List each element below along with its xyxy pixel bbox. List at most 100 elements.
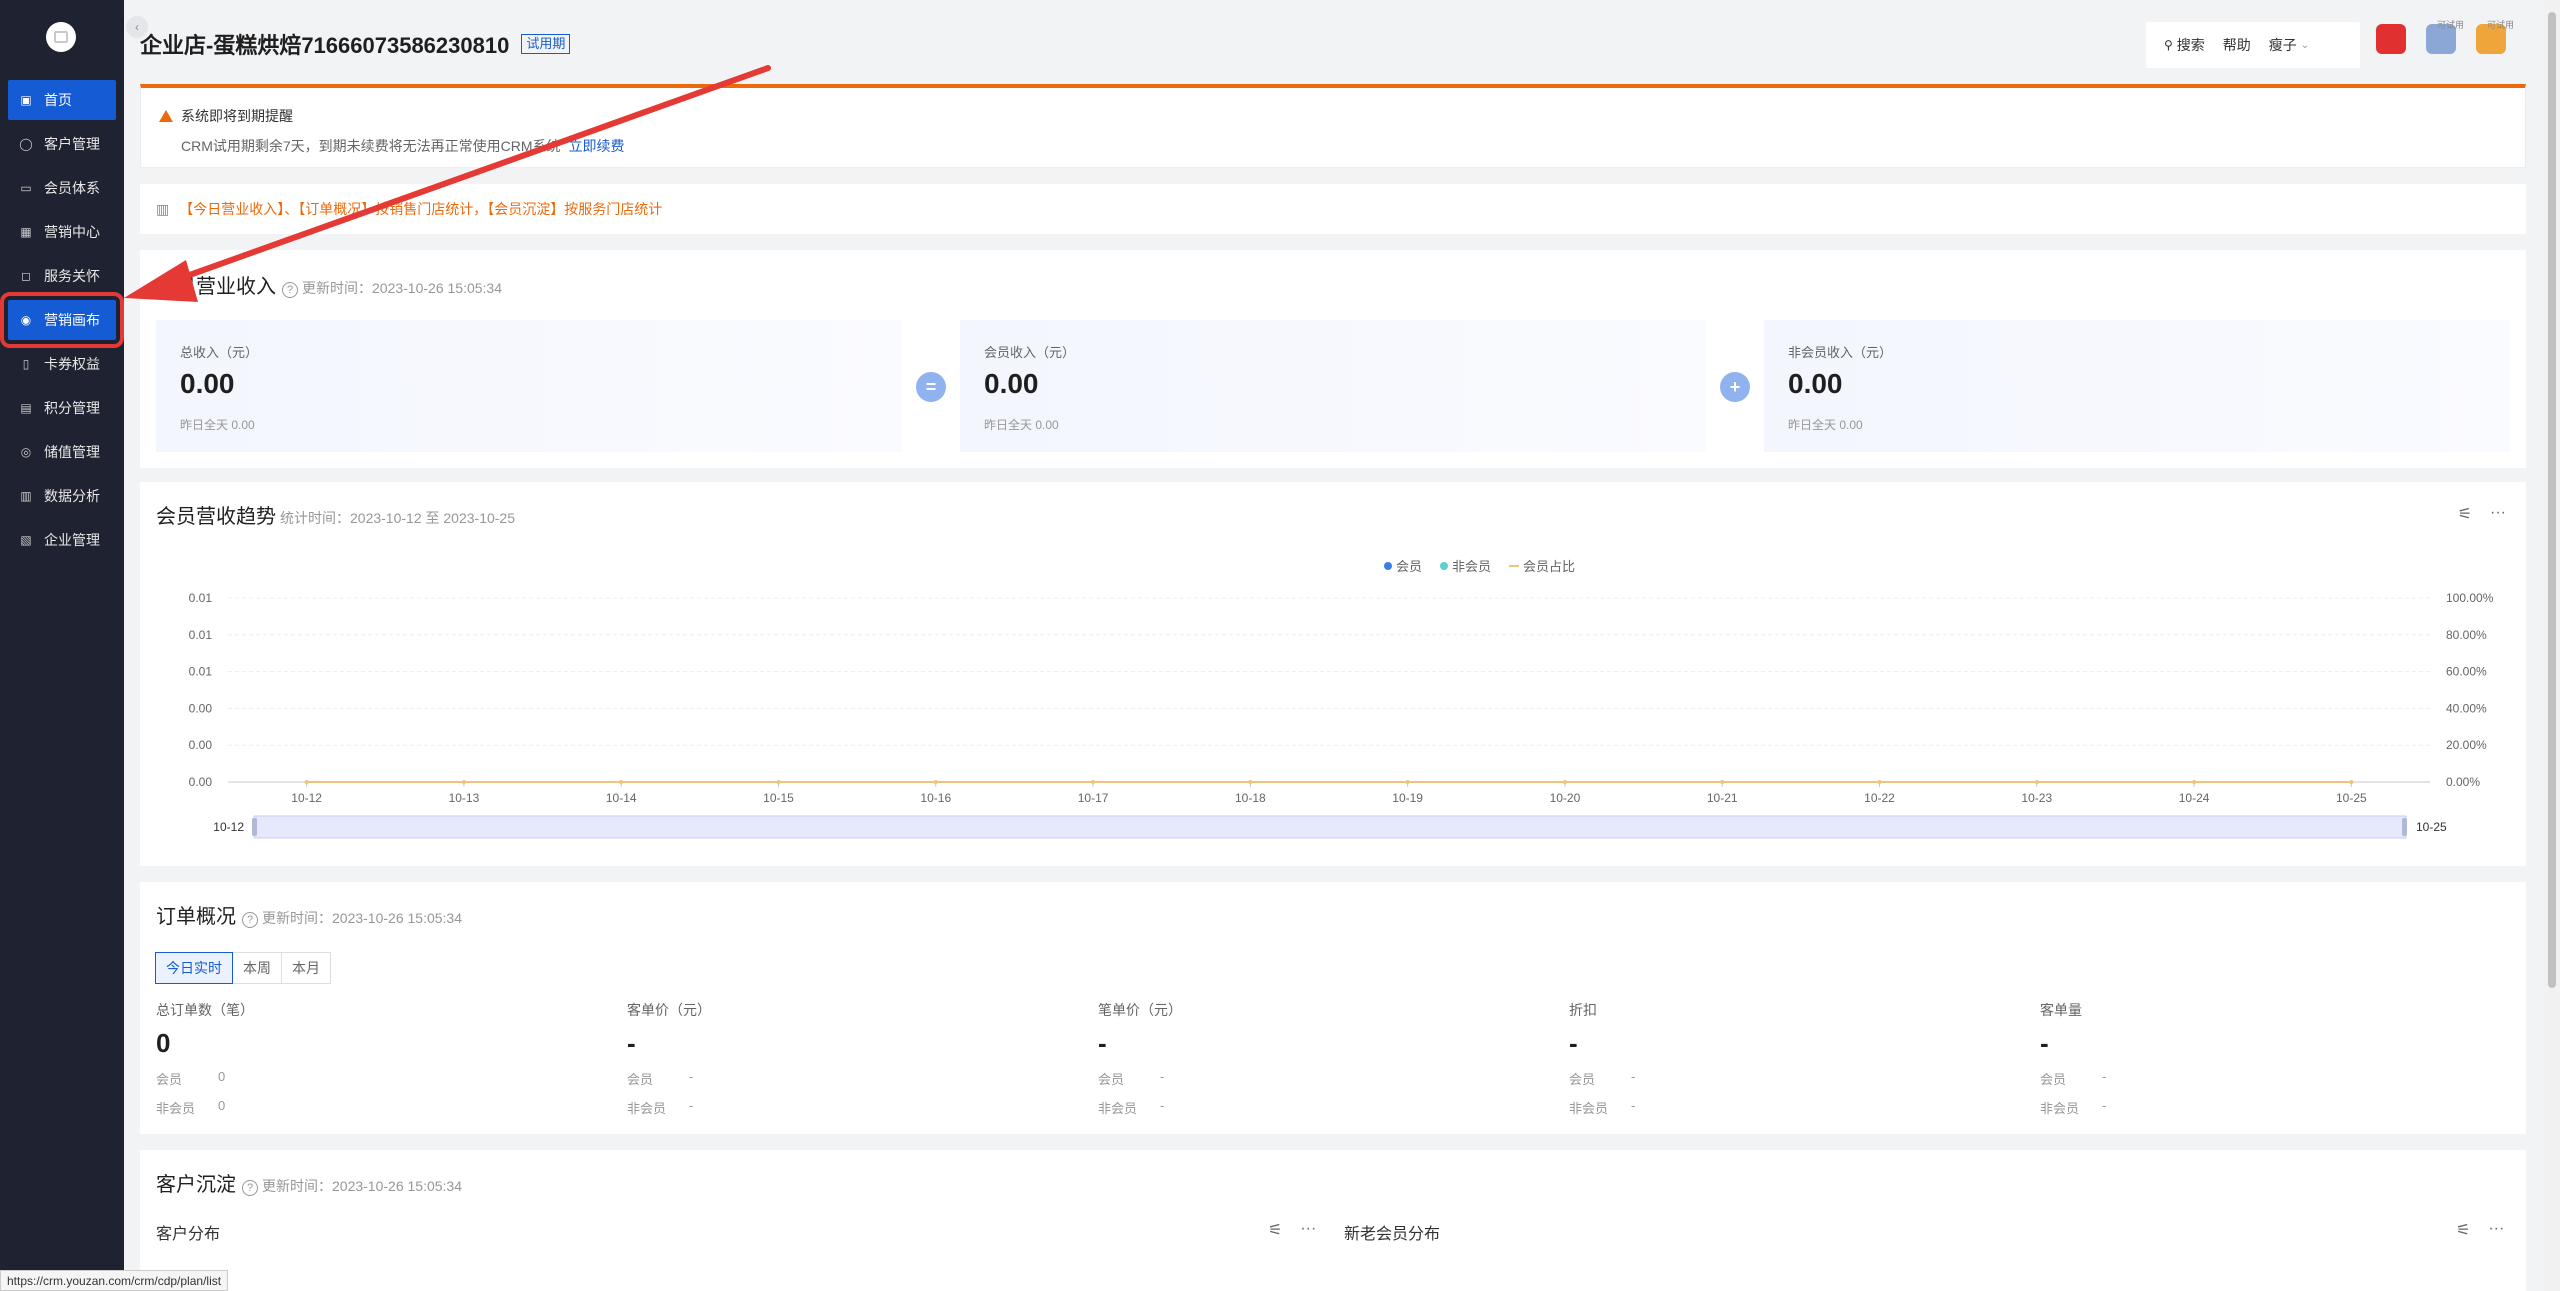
nonmember-row: 非会员 - — [1098, 1098, 1398, 1117]
notice-text: 【今日营业收入】、【订单概况】按销售门店统计，【会员沉淀】按服务门店统计 — [179, 201, 663, 217]
sidebar-item-message[interactable]: ◻ 服务关怀 — [8, 256, 116, 296]
nonmember-row: 非会员 0 — [156, 1098, 456, 1117]
nonmember-row: 非会员 - — [1569, 1098, 1869, 1117]
sidebar-item-canvas[interactable]: ◉ 营销画布 — [0, 292, 124, 348]
x-tick-label: 10-15 — [763, 791, 794, 805]
canvas-icon: ◉ — [20, 313, 32, 327]
scrollbar-thumb[interactable] — [2548, 12, 2556, 988]
user-menu[interactable]: 瘦子 ⌄ — [2269, 35, 2309, 55]
card-label: 总收入（元） — [180, 345, 259, 360]
sidebar-item-points[interactable]: ▤ 积分管理 — [8, 388, 116, 428]
wallet-icon: ◎ — [20, 445, 32, 459]
sidebar-item-gift[interactable]: ▦ 营销中心 — [8, 212, 116, 252]
tab-week[interactable]: 本周 — [232, 952, 282, 984]
app-icon-blue[interactable]: 可试用 — [2426, 20, 2464, 54]
sidebar-item-label: 营销中心 — [44, 224, 100, 240]
member-row: 会员 0 — [156, 1069, 456, 1088]
x-tick-label: 10-22 — [1864, 791, 1895, 805]
y-tick-right: 80.00% — [2446, 628, 2487, 642]
metric-label: 客单价（元） — [627, 1002, 711, 1018]
x-tick-label: 10-24 — [2179, 791, 2210, 805]
member-distribution-title: 新老会员分布 — [1344, 1226, 1441, 1243]
row-value: - — [1631, 1069, 1636, 1084]
x-tick-label: 10-21 — [1707, 791, 1738, 805]
customers-updated: 更新时间：2023-10-26 15:05:34 — [262, 1178, 462, 1194]
warning-text: CRM试用期剩余7天，到期未续费将无法再正常使用CRM系统 — [181, 138, 561, 154]
points-icon: ▤ — [20, 401, 32, 415]
data-point — [461, 780, 466, 784]
sidebar-item-label: 服务关怀 — [44, 268, 100, 284]
page-header: 企业店-蛋糕烘焙71666073586230810 试用期 — [140, 18, 571, 70]
sidebar-item-wallet[interactable]: ◎ 储值管理 — [8, 432, 116, 472]
card-value: 0.00 — [984, 368, 1039, 399]
help-button[interactable]: 帮助 — [2223, 35, 2251, 55]
search-icon: ⚲ — [2164, 38, 2173, 52]
card-sub: 昨日全天 0.00 — [180, 418, 255, 432]
sidebar-item-building[interactable]: ▧ 企业管理 — [8, 520, 116, 560]
search-button[interactable]: ⚲ 搜索 — [2164, 35, 2205, 55]
sidebar-item-label: 企业管理 — [44, 532, 100, 548]
row-label: 非会员 — [1569, 1101, 1609, 1116]
more-icon[interactable]: ··· — [1300, 1220, 1316, 1240]
chevron-left-icon: ‹ — [135, 20, 139, 34]
shop-logo[interactable] — [46, 22, 76, 52]
metric-value: - — [1098, 1028, 1107, 1058]
header-toolbar: ⚲ 搜索 帮助 瘦子 ⌄ — [2146, 22, 2360, 68]
sidebar-item-chart[interactable]: ▥ 数据分析 — [8, 476, 116, 516]
trial-badge: 试用期 — [521, 34, 571, 54]
row-value: 0 — [218, 1069, 226, 1084]
row-value: - — [689, 1098, 694, 1113]
total-revenue-card: 总收入（元） 0.00 昨日全天 0.00 — [156, 320, 902, 452]
user-icon: ◯ — [19, 137, 33, 151]
expiry-warning: 系统即将到期提醒 CRM试用期剩余7天，到期未续费将无法再正常使用CRM系统 立即… — [140, 84, 2526, 168]
metric-label: 笔单价（元） — [1098, 1002, 1182, 1018]
plus-icon: + — [1720, 372, 1750, 402]
sidebar-item-label: 会员体系 — [44, 180, 100, 196]
y-tick-left: 0.00 — [189, 775, 213, 789]
tab-month[interactable]: 本月 — [281, 952, 331, 984]
row-label: 会员 — [2040, 1072, 2067, 1087]
customer-retention: 客户沉淀 ? 更新时间：2023-10-26 15:05:34 客户分布 ⚟ ·… — [140, 1150, 2526, 1291]
data-point — [1091, 780, 1096, 784]
row-label: 非会员 — [156, 1101, 196, 1116]
sidebar-item-coupon[interactable]: ▯ 卡券权益 — [8, 344, 116, 384]
building-icon: ▧ — [20, 533, 32, 547]
card-label: 非会员收入（元） — [1788, 345, 1893, 360]
sidebar-item-card[interactable]: ▭ 会员体系 — [8, 168, 116, 208]
member-row: 会员 - — [2040, 1069, 2340, 1088]
row-value: 0 — [218, 1098, 226, 1113]
row-label: 非会员 — [2040, 1101, 2080, 1116]
help-icon[interactable]: ? — [242, 1180, 258, 1196]
row-value: - — [1160, 1098, 1165, 1113]
metric-value: - — [1569, 1028, 1578, 1058]
metric-label: 客单量 — [2040, 1002, 2082, 1018]
sidebar-item-home[interactable]: ▣ 首页 — [8, 80, 116, 120]
renew-link[interactable]: 立即续费 — [569, 138, 625, 154]
x-tick-label: 10-17 — [1078, 791, 1109, 805]
row-value: - — [1160, 1069, 1165, 1084]
filter-icon[interactable]: ⚟ — [2456, 1220, 2470, 1240]
more-icon[interactable]: ··· — [2488, 1220, 2504, 1240]
x-tick-label: 10-20 — [1550, 791, 1581, 805]
data-point — [933, 780, 938, 784]
order-metric: 客单量 - 会员 - 非会员 - — [2040, 1000, 2340, 1117]
order-metric: 总订单数（笔） 0 会员 0 非会员 0 — [156, 1000, 456, 1117]
sidebar-item-label: 卡券权益 — [44, 356, 100, 372]
y-tick-left: 0.00 — [189, 701, 213, 715]
sidebar-item-user[interactable]: ◯ 客户管理 — [8, 124, 116, 164]
sidebar-item-label: 客户管理 — [44, 136, 100, 152]
revenue-title: 今日营业收入 — [156, 276, 276, 298]
data-point — [1562, 780, 1567, 784]
app-icon-orange[interactable]: 可试用 — [2476, 20, 2514, 54]
chevron-down-icon: ⌄ — [2300, 39, 2310, 51]
x-tick-label: 10-14 — [606, 791, 637, 805]
page-scrollbar[interactable] — [2544, 0, 2560, 1291]
filter-icon[interactable]: ⚟ — [1268, 1220, 1282, 1240]
help-icon[interactable]: ? — [282, 282, 298, 298]
gift-icon: ▦ — [20, 225, 32, 239]
help-icon[interactable]: ? — [242, 912, 258, 928]
card-value: 0.00 — [180, 368, 235, 399]
tab-today[interactable]: 今日实时 — [155, 952, 233, 984]
app-icon-red[interactable] — [2376, 24, 2406, 54]
y-tick-left: 0.01 — [189, 591, 213, 605]
